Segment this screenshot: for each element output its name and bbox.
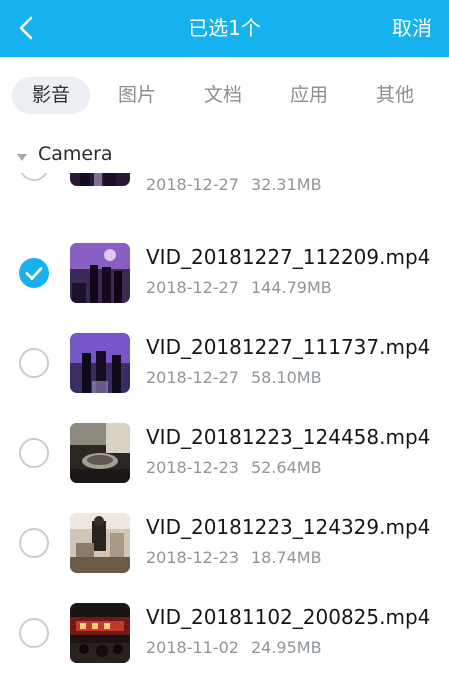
file-name: VID_20181223_124458.mp4 [146, 425, 431, 449]
file-date: 2018-12-27 [146, 175, 239, 194]
file-list[interactable]: 2018-12-27 32.31MB VID_20181227_112209.mp… [0, 173, 449, 680]
tab-documents[interactable]: 文档 [184, 77, 262, 114]
list-item[interactable]: VID_20181227_112209.mp4 2018-12-27 144.79… [0, 201, 449, 303]
file-size: 24.95MB [250, 638, 322, 657]
select-radio[interactable] [19, 348, 49, 378]
file-meta: 2018-11-02 24.95MB [146, 638, 322, 657]
tab-images[interactable]: 图片 [98, 77, 176, 114]
list-item[interactable]: 2018-12-27 32.31MB [0, 173, 449, 201]
file-date: 2018-11-02 [146, 638, 239, 657]
cancel-button[interactable]: 取消 [392, 0, 432, 57]
list-item[interactable]: VID_20181102_200825.mp4 2018-11-02 24.95M… [0, 561, 449, 663]
tab-apps[interactable]: 应用 [270, 77, 348, 114]
file-name: VID_20181227_111737.mp4 [146, 335, 431, 359]
top-bar: 已选1个 取消 [0, 0, 449, 57]
folder-header-camera[interactable]: Camera [0, 133, 449, 173]
checkmark-icon [25, 267, 43, 280]
list-item[interactable]: VID_20181223_124329.mp4 2018-12-23 18.74M… [0, 471, 449, 573]
file-size: 32.31MB [250, 175, 322, 194]
select-radio[interactable] [19, 173, 49, 181]
select-radio[interactable] [19, 258, 49, 288]
folder-label: Camera [38, 143, 113, 165]
file-name: VID_20181223_124329.mp4 [146, 515, 431, 539]
page-title: 已选1个 [188, 16, 261, 40]
triangle-down-icon [17, 154, 27, 161]
tab-media[interactable]: 影音 [12, 77, 90, 114]
select-radio[interactable] [19, 618, 49, 648]
select-radio[interactable] [19, 438, 49, 468]
list-item[interactable]: VID_20181227_111737.mp4 2018-12-27 58.10M… [0, 291, 449, 393]
file-name: VID_20181102_200825.mp4 [146, 605, 431, 629]
tab-other[interactable]: 其他 [356, 77, 434, 114]
list-item[interactable]: VID_20181223_124458.mp4 2018-12-23 52.64M… [0, 381, 449, 483]
category-tabs: 影音 图片 文档 应用 其他 [0, 57, 449, 133]
select-radio[interactable] [19, 528, 49, 558]
file-name: VID_20181227_112209.mp4 [146, 245, 431, 269]
video-thumbnail [70, 603, 130, 663]
file-meta: 2018-12-27 32.31MB [146, 175, 322, 194]
video-thumbnail [70, 173, 130, 186]
